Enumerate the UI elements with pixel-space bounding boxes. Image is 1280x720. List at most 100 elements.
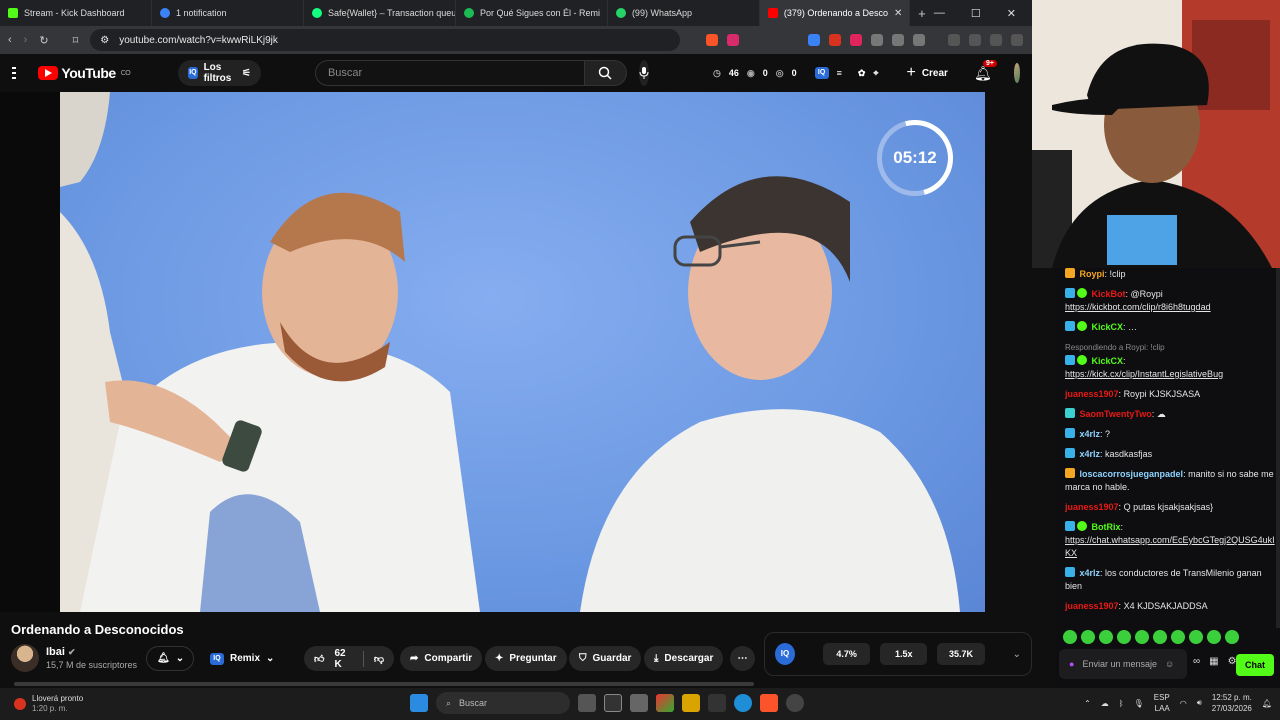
- account-avatar[interactable]: [1013, 63, 1020, 83]
- snipping-icon[interactable]: [630, 694, 648, 712]
- voice-search-button[interactable]: [638, 60, 649, 86]
- tab-spotify[interactable]: Por Qué Sigues con Él - Remi: [456, 0, 608, 26]
- extension-icon[interactable]: ⌖: [873, 68, 878, 79]
- cloud-icon[interactable]: ☁: [1101, 699, 1109, 708]
- tab-whatsapp[interactable]: (99) WhatsApp: [608, 0, 760, 26]
- iq-icon[interactable]: IQ: [814, 67, 829, 79]
- tab-youtube-active[interactable]: (379) Ordenando a Desco ✕: [759, 0, 910, 26]
- sidebar-icon[interactable]: [969, 34, 982, 46]
- list-icon[interactable]: ≡: [837, 68, 842, 78]
- chat-link[interactable]: https://kick.cx/clip/InstantLegislativeB…: [1065, 369, 1223, 379]
- extension-icon[interactable]: [871, 34, 884, 46]
- download-button[interactable]: ⤓ Descargar: [644, 646, 724, 671]
- like-count[interactable]: 62 K: [334, 648, 352, 670]
- leo-icon[interactable]: [1011, 34, 1024, 46]
- capcut-icon[interactable]: [604, 694, 622, 712]
- site-settings-icon[interactable]: ⚙: [100, 35, 109, 46]
- dislike-icon[interactable]: 👎︎: [374, 653, 384, 665]
- chat-link[interactable]: https://kickbot.com/clip/r8i6h8tugdad: [1065, 302, 1211, 312]
- chat-username[interactable]: x4rlz: [1080, 429, 1101, 439]
- obs-icon[interactable]: [786, 694, 804, 712]
- bookmark-icon[interactable]: ⌑: [73, 34, 79, 47]
- emote-icon[interactable]: [1171, 630, 1185, 644]
- brave-shield-icon[interactable]: [706, 34, 719, 46]
- search-input[interactable]: Buscar: [314, 60, 585, 86]
- like-icon[interactable]: 👍︎: [314, 653, 324, 665]
- store-icon[interactable]: ▦: [1209, 656, 1218, 667]
- task-view-icon[interactable]: [578, 694, 596, 712]
- translate-icon[interactable]: [808, 34, 821, 46]
- chevron-down-icon[interactable]: ⌄: [1013, 649, 1021, 660]
- close-tab-icon[interactable]: ✕: [894, 8, 902, 19]
- youtube-logo[interactable]: YouTube CO: [38, 65, 131, 81]
- search-button[interactable]: [584, 60, 627, 86]
- reload-icon[interactable]: ↻: [39, 34, 48, 47]
- volume-icon[interactable]: 🔊︎: [1197, 698, 1202, 708]
- emoji-icon[interactable]: ☺: [1165, 659, 1174, 669]
- mic-icon[interactable]: 🎙︎: [1134, 699, 1144, 708]
- bluetooth-icon[interactable]: ᛒ: [1119, 699, 1124, 708]
- language-indicator[interactable]: ESP LAA: [1154, 692, 1170, 714]
- share-button[interactable]: ➦ Compartir: [400, 646, 483, 671]
- url-field[interactable]: ⚙ youtube.com/watch?v=kwwRiLKj9jk: [90, 29, 681, 51]
- emote-icon[interactable]: [1207, 630, 1221, 644]
- mic-icon[interactable]: ●: [1069, 659, 1074, 669]
- maximize-icon[interactable]: ☐: [971, 7, 981, 20]
- chat-username[interactable]: SaomTwentyTwo: [1080, 409, 1152, 419]
- windows-start-icon[interactable]: [410, 694, 428, 712]
- tab-notification[interactable]: 1 notification: [152, 0, 304, 26]
- subscribe-bell-button[interactable]: 🔔︎ ⌄: [146, 646, 194, 671]
- emote-icon[interactable]: [1099, 630, 1113, 644]
- more-actions-button[interactable]: ⋯: [730, 646, 755, 671]
- emote-icon[interactable]: [1153, 630, 1167, 644]
- notifications-button[interactable]: 🔔︎ 9+: [974, 59, 997, 82]
- chat-username[interactable]: BotRix: [1092, 522, 1121, 532]
- chat-username[interactable]: juaness1907: [1065, 502, 1119, 512]
- chevron-up-icon[interactable]: ⌃: [1084, 699, 1091, 708]
- chat-username[interactable]: x4rlz: [1080, 568, 1101, 578]
- extension-icon[interactable]: ✿: [858, 68, 866, 79]
- tab-safe-wallet[interactable]: Safe{Wallet} – Transaction queue: [304, 0, 456, 26]
- filters-button[interactable]: IQ Los filtros ⚟: [178, 60, 261, 86]
- send-chat-button[interactable]: Chat: [1236, 654, 1274, 676]
- forward-icon[interactable]: ›: [24, 34, 28, 46]
- edge-icon[interactable]: [734, 694, 752, 712]
- chat-scrollbar[interactable]: [1276, 268, 1280, 628]
- ask-button[interactable]: ✦ Preguntar: [485, 646, 567, 671]
- tab-kick-dashboard[interactable]: Stream - Kick Dashboard: [0, 0, 152, 26]
- puzzle-icon[interactable]: [892, 34, 905, 46]
- emote-icon[interactable]: [1081, 630, 1095, 644]
- chat-link[interactable]: https://chat.whatsapp.com/EcEybcGTegj2QU…: [1065, 535, 1275, 558]
- video-player[interactable]: 05:12: [0, 92, 985, 612]
- clock[interactable]: 12:52 p. m. 27/03/2026: [1212, 692, 1252, 714]
- channel-name[interactable]: Ibai ✔: [46, 646, 76, 658]
- create-button[interactable]: + Crear: [906, 64, 947, 82]
- extension-icon[interactable]: [829, 34, 842, 46]
- save-button[interactable]: ⛉ Guardar: [569, 646, 642, 671]
- emote-icon[interactable]: [1225, 630, 1239, 644]
- minimize-icon[interactable]: —: [934, 7, 945, 20]
- emote-icon[interactable]: [1135, 630, 1149, 644]
- channel-avatar[interactable]: [11, 644, 39, 672]
- terminal-icon[interactable]: [708, 694, 726, 712]
- wallet-icon[interactable]: [990, 34, 1003, 46]
- chat-input[interactable]: ● Enviar un mensaje ☺: [1059, 649, 1187, 679]
- emote-icon[interactable]: [1117, 630, 1131, 644]
- chat-username[interactable]: loscacorrosjueganpadel: [1080, 469, 1184, 479]
- link-icon[interactable]: ∞: [1193, 656, 1200, 667]
- wifi-icon[interactable]: ◠: [1180, 699, 1187, 708]
- remix-button[interactable]: IQ Remix ⌄: [200, 646, 285, 671]
- taskbar-search[interactable]: ⌕ Buscar: [436, 692, 570, 714]
- horizontal-scrollbar[interactable]: [14, 682, 754, 686]
- chat-username[interactable]: juaness1907: [1065, 389, 1119, 399]
- iq-icon[interactable]: IQ: [775, 643, 795, 665]
- weather-widget[interactable]: Lloverá pronto 1:20 p. m.: [14, 694, 83, 714]
- chat-username[interactable]: KickBot: [1092, 289, 1126, 299]
- brave-icon[interactable]: [760, 694, 778, 712]
- menu-icon[interactable]: [12, 67, 17, 79]
- emote-icon[interactable]: [1189, 630, 1203, 644]
- extension-icon[interactable]: [850, 34, 863, 46]
- chat-username[interactable]: Roypi: [1080, 269, 1105, 279]
- emote-icon[interactable]: [1063, 630, 1077, 644]
- chat-username[interactable]: juaness1907: [1065, 601, 1119, 611]
